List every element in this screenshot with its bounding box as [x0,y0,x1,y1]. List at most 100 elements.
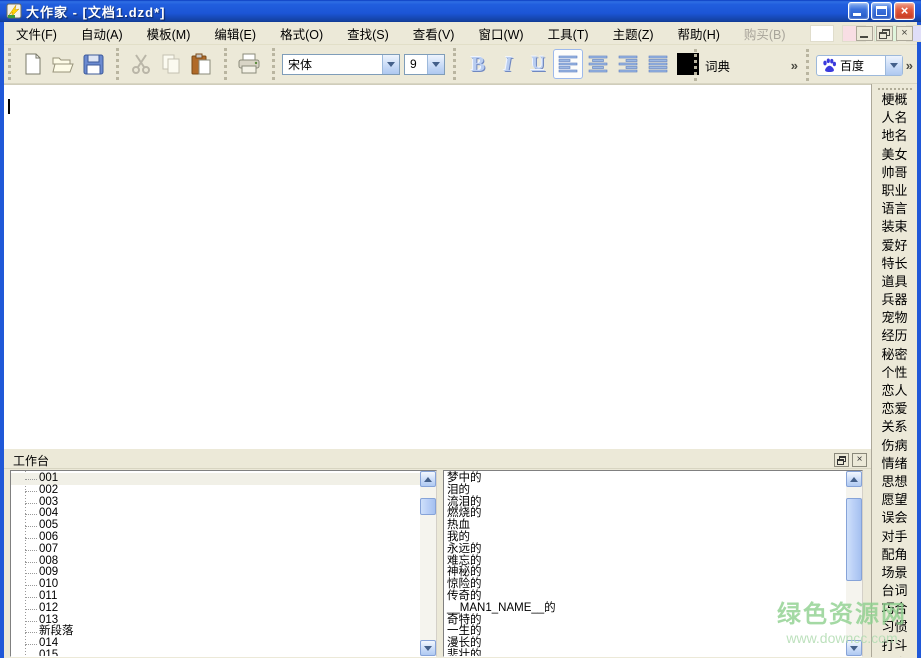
sidebar-category-item[interactable]: 恋爱 [872,400,917,418]
word-list-item[interactable]: 梦中的 [447,473,844,485]
sidebar-category-item[interactable]: 装束 [872,218,917,236]
workbench-float-button[interactable] [834,453,849,467]
baidu-search-select[interactable]: 百度 [816,55,903,76]
word-list-item[interactable]: 漫长的 [447,638,844,650]
menu-item[interactable]: 查找(S) [335,22,401,45]
document-editor[interactable] [4,84,871,448]
word-list-item[interactable]: 奇特的 [447,615,844,627]
sidebar-category-item[interactable]: 对手 [872,528,917,546]
scroll-down-icon[interactable] [420,640,436,656]
paragraph-list-item[interactable]: 015 [11,650,420,657]
sidebar-category-item[interactable]: 习惯 [872,618,917,636]
chevron-down-icon[interactable] [427,55,444,74]
menu-item[interactable]: 工具(T) [536,22,601,45]
word-list-item[interactable]: 悲壮的 [447,650,844,657]
close-button[interactable]: × [894,2,915,20]
dictionary-button[interactable]: 词典 [705,56,730,75]
sidebar-category-item[interactable]: 秘密 [872,346,917,364]
menu-item[interactable]: 帮助(H) [666,22,732,45]
maximize-button[interactable] [871,2,892,20]
sidebar-category-item[interactable]: 配角 [872,546,917,564]
new-document-button[interactable] [18,49,48,79]
sidebar-category-item[interactable]: 帅哥 [872,164,917,182]
sidebar-category-item[interactable]: 个性 [872,364,917,382]
scroll-up-icon[interactable] [420,471,436,487]
sidebar-category-item[interactable]: 思想 [872,473,917,491]
word-list-item[interactable]: 我的 [447,532,844,544]
sidebar-category-item[interactable]: 场景 [872,564,917,582]
sidebar-category-item[interactable]: 打斗 [872,637,917,655]
scroll-down-icon[interactable] [846,640,862,656]
menu-item[interactable]: 编辑(E) [202,22,268,45]
toolbar-overflow-chevron-icon[interactable]: » [906,58,917,73]
word-list-item[interactable]: 热血 [447,520,844,532]
font-family-select[interactable]: 宋体 [282,54,400,75]
workbench-close-button[interactable]: × [852,453,867,467]
sidebar-category-item[interactable]: 职业 [872,182,917,200]
scroll-up-icon[interactable] [846,471,862,487]
paragraph-list-item[interactable]: 001 [11,473,420,485]
align-left-button[interactable] [553,49,583,79]
sidebar-category-item[interactable]: 美女 [872,146,917,164]
sidebar-category-item[interactable]: 台词 [872,582,917,600]
scrollbar-thumb[interactable] [846,498,862,581]
paragraph-list-item[interactable]: 002 [11,485,420,497]
word-list-item[interactable]: __MAN1_NAME__的 [447,603,844,615]
sidebar-category-item[interactable]: 兵器 [872,291,917,309]
menu-item[interactable]: 主题(Z) [601,22,666,45]
italic-button[interactable]: I [493,49,523,79]
align-right-button[interactable] [613,49,643,79]
menu-item[interactable]: 格式(O) [268,22,335,45]
align-center-button[interactable] [583,49,613,79]
paragraph-list-item[interactable]: 012 [11,603,420,615]
word-list-item[interactable]: 一生的 [447,626,844,638]
word-list-scrollbar[interactable] [846,471,862,656]
paragraph-list-item[interactable]: 011 [11,591,420,603]
sidebar-category-item[interactable]: 关系 [872,418,917,436]
font-size-select[interactable]: 9 [404,54,445,75]
sidebar-category-item[interactable]: 误会 [872,509,917,527]
sidebar-category-item[interactable]: 愿望 [872,491,917,509]
sidebar-category-item[interactable]: 经历 [872,327,917,345]
paragraph-list-scrollbar[interactable] [420,471,436,656]
menu-item[interactable]: 模板(M) [135,22,203,45]
paragraph-list-item[interactable]: 008 [11,556,420,568]
bold-button[interactable]: B [463,49,493,79]
sidebar-category-item[interactable]: 道具 [872,273,917,291]
word-list-item[interactable]: 泪的 [447,485,844,497]
sidebar-category-item[interactable]: 情绪 [872,455,917,473]
paragraph-list-item[interactable]: 006 [11,532,420,544]
paragraph-list-item[interactable]: 003 [11,497,420,509]
minimize-button[interactable] [848,2,869,20]
menu-item[interactable]: 文件(F) [4,22,69,45]
sidebar-gripper[interactable] [878,88,912,90]
sidebar-category-item[interactable]: 语言 [872,200,917,218]
sidebar-category-item[interactable]: 爱好 [872,237,917,255]
paragraph-list-item[interactable]: 004 [11,508,420,520]
paragraph-list-item[interactable]: 新段落 [11,626,420,638]
menu-item[interactable]: 查看(V) [401,22,467,45]
word-list-item[interactable]: 神秘的 [447,567,844,579]
sidebar-category-item[interactable]: 巧合 [872,600,917,618]
menu-item[interactable]: 自动(A) [69,22,135,45]
word-list-item[interactable]: 传奇的 [447,591,844,603]
paragraph-list-item[interactable]: 014 [11,638,420,650]
mdi-restore-button[interactable] [876,26,893,41]
word-list-item[interactable]: 永远的 [447,544,844,556]
word-list-item[interactable]: 流泪的 [447,497,844,509]
mdi-minimize-button[interactable] [856,26,873,41]
word-list-item[interactable]: 燃烧的 [447,508,844,520]
sidebar-category-item[interactable]: 死亡 [872,655,917,657]
sidebar-category-item[interactable]: 人名 [872,109,917,127]
toolbar-overflow-chevron-icon[interactable]: » [791,58,802,73]
paragraph-list-item[interactable]: 009 [11,567,420,579]
word-list-item[interactable]: 惊险的 [447,579,844,591]
highlight-color-swatch[interactable] [810,25,834,42]
chevron-down-icon[interactable] [885,56,902,75]
justify-button[interactable] [643,49,673,79]
sidebar-category-item[interactable]: 宠物 [872,309,917,327]
sidebar-category-item[interactable]: 恋人 [872,382,917,400]
sidebar-category-item[interactable]: 特长 [872,255,917,273]
save-button[interactable] [78,49,108,79]
paragraph-list-item[interactable]: 005 [11,520,420,532]
